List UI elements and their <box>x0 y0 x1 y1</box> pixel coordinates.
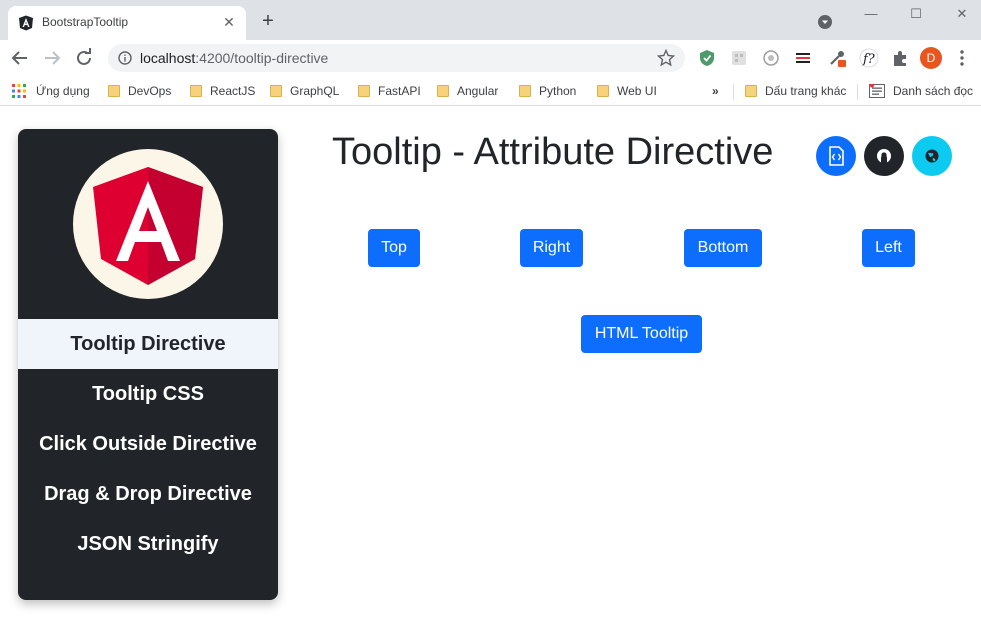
site-info-icon[interactable] <box>118 51 132 65</box>
tooltip-right-button[interactable]: Right <box>520 229 583 267</box>
bookmark-folder-angular[interactable]: Angular <box>437 83 498 99</box>
eyedropper-extension-icon[interactable] <box>827 48 847 68</box>
shield-extension-icon[interactable] <box>697 48 717 68</box>
bookmark-apps[interactable]: Ứng dụng <box>12 83 90 99</box>
website-button[interactable] <box>912 136 952 176</box>
reading-list[interactable]: Danh sách đọc <box>869 83 973 99</box>
sidebar-item-tooltip-directive[interactable]: Tooltip Directive <box>18 319 278 369</box>
sidebar-item-tooltip-css[interactable]: Tooltip CSS <box>18 369 278 419</box>
bookmark-folder-other[interactable]: Dấu trang khác <box>745 83 846 99</box>
bookmark-label: FastAPI <box>378 84 421 98</box>
bookmark-apps-label: Ứng dụng <box>36 84 90 98</box>
bookmark-label: ReactJS <box>210 84 256 98</box>
bookmarks-divider <box>857 84 858 100</box>
sidebar: Tooltip Directive Tooltip CSS Click Outs… <box>18 129 278 600</box>
url-host: localhost <box>140 50 196 66</box>
tab-search-icon[interactable] <box>817 14 833 30</box>
folder-icon <box>597 85 609 97</box>
forward-arrow-icon[interactable] <box>40 46 64 70</box>
chrome-menu-icon[interactable] <box>953 48 971 68</box>
apps-grid-icon <box>12 84 26 98</box>
bookmark-folder-python[interactable]: Python <box>519 83 576 99</box>
address-bar[interactable]: localhost:4200/tooltip-directive <box>108 44 685 72</box>
bookmark-folder-fastapi[interactable]: FastAPI <box>358 83 421 99</box>
page-content: Tooltip Directive Tooltip CSS Click Outs… <box>0 107 981 617</box>
tab-strip: BootstrapTooltip ✕ + — ☐ ✕ <box>0 0 981 40</box>
grid-extension-icon[interactable] <box>729 48 749 68</box>
folder-icon <box>108 85 120 97</box>
sidebar-item-drag-drop-directive[interactable]: Drag & Drop Directive <box>18 469 278 519</box>
bookmarks-divider <box>733 84 734 100</box>
tooltip-top-button[interactable]: Top <box>368 229 420 267</box>
tab-title: BootstrapTooltip <box>42 15 129 29</box>
bookmark-label: Web UI <box>617 84 657 98</box>
folder-icon <box>437 85 449 97</box>
reading-list-icon <box>869 84 885 98</box>
new-tab-button[interactable]: + <box>257 10 279 32</box>
profile-avatar[interactable]: D <box>920 47 942 69</box>
maximize-button[interactable]: ☐ <box>904 4 928 24</box>
puzzle-extensions-icon[interactable] <box>890 48 910 68</box>
folder-icon <box>519 85 531 97</box>
browser-tab[interactable]: BootstrapTooltip ✕ <box>8 6 246 40</box>
folder-icon <box>358 85 370 97</box>
sidebar-item-json-stringify[interactable]: JSON Stringify <box>18 519 278 569</box>
sidebar-item-click-outside-directive[interactable]: Click Outside Directive <box>18 419 278 469</box>
tab-close-icon[interactable]: ✕ <box>220 13 238 31</box>
bookmark-label: DevOps <box>128 84 172 98</box>
source-code-button[interactable] <box>816 136 856 176</box>
back-arrow-icon[interactable] <box>8 46 32 70</box>
bookmark-folder-devops[interactable]: DevOps <box>108 83 171 99</box>
bookmark-folder-graphql[interactable]: GraphQL <box>270 83 339 99</box>
html-tooltip-button[interactable]: HTML Tooltip <box>581 315 702 353</box>
browser-toolbar: localhost:4200/tooltip-directive f? <box>0 40 981 76</box>
bookmark-label: GraphQL <box>290 84 340 98</box>
tooltip-bottom-button[interactable]: Bottom <box>684 229 762 267</box>
bookmark-label: Python <box>539 84 577 98</box>
svg-text:f?: f? <box>862 52 876 67</box>
color-picker-extension-icon[interactable] <box>761 48 781 68</box>
bookmark-star-icon[interactable] <box>657 49 675 67</box>
github-button[interactable] <box>864 136 904 176</box>
folder-icon <box>270 85 282 97</box>
bookmarks-overflow-chevron-icon[interactable]: » <box>712 83 719 99</box>
minimize-button[interactable]: — <box>859 4 883 24</box>
angular-logo-icon <box>93 167 203 285</box>
bookmark-folder-reactjs[interactable]: ReactJS <box>190 83 255 99</box>
sliders-extension-icon[interactable] <box>793 48 813 68</box>
url-text: localhost:4200/tooltip-directive <box>140 50 328 66</box>
reload-icon[interactable] <box>72 46 96 70</box>
fx-extension-icon[interactable]: f? <box>857 48 881 68</box>
angular-favicon-icon <box>19 15 33 31</box>
reading-list-label: Danh sách đọc <box>893 84 974 98</box>
folder-icon <box>745 85 757 97</box>
bookmark-label: Dấu trang khác <box>765 84 847 98</box>
page-title: Tooltip - Attribute Directive <box>332 131 774 173</box>
folder-icon <box>190 85 202 97</box>
close-window-button[interactable]: ✕ <box>950 4 974 24</box>
tooltip-left-button[interactable]: Left <box>862 229 915 267</box>
bookmark-label: Angular <box>457 84 499 98</box>
bookmarks-bar: Ứng dụng DevOps ReactJS GraphQL FastAPI … <box>0 76 981 106</box>
url-path: :4200/tooltip-directive <box>195 50 329 66</box>
logo-circle <box>73 149 223 299</box>
globe-icon <box>925 149 939 163</box>
github-icon <box>877 149 891 163</box>
bookmark-folder-webui[interactable]: Web UI <box>597 83 657 99</box>
file-code-icon <box>829 146 844 166</box>
